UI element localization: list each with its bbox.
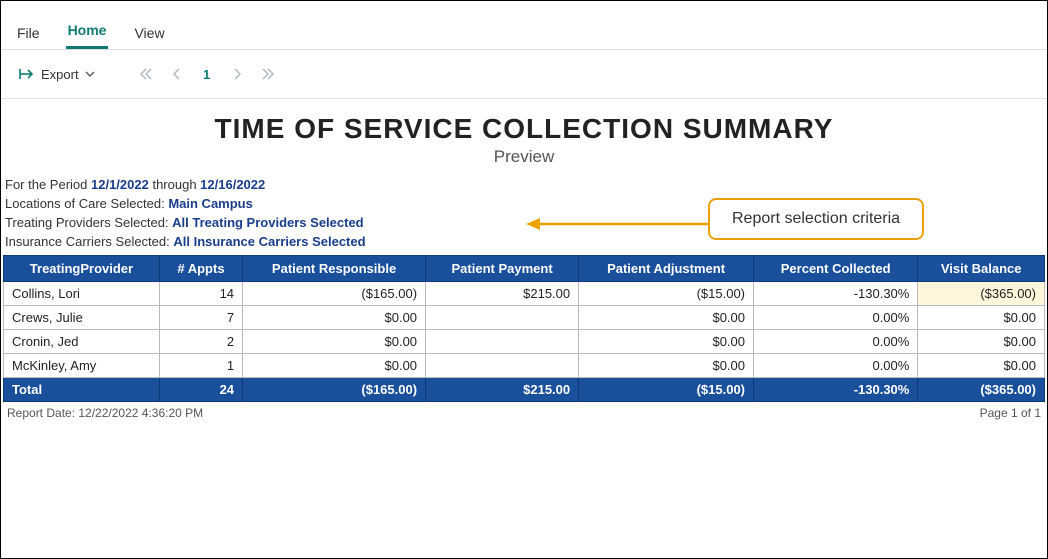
table-total-cell: ($15.00): [579, 378, 754, 402]
col-adjustment: Patient Adjustment: [579, 256, 754, 282]
col-responsible: Patient Responsible: [243, 256, 426, 282]
annotation-callout: Report selection criteria: [708, 198, 924, 240]
table-cell: ($15.00): [579, 282, 754, 306]
menu-view[interactable]: View: [132, 19, 166, 49]
table-cell: Collins, Lori: [4, 282, 160, 306]
table-cell: 2: [159, 330, 242, 354]
criteria-period: For the Period 12/1/2022 through 12/16/2…: [5, 177, 1043, 192]
table-cell: $0.00: [918, 354, 1045, 378]
table-total-cell: -130.30%: [754, 378, 918, 402]
table-cell: $0.00: [918, 306, 1045, 330]
table-cell: McKinley, Amy: [4, 354, 160, 378]
col-appts: # Appts: [159, 256, 242, 282]
report: TIME OF SERVICE COLLECTION SUMMARY Previ…: [1, 99, 1047, 424]
chevron-down-icon: [85, 69, 95, 79]
col-provider: TreatingProvider: [4, 256, 160, 282]
table-cell: [426, 330, 579, 354]
table-cell: ($165.00): [243, 282, 426, 306]
prev-page-button[interactable]: [171, 68, 181, 80]
table-row: Collins, Lori14($165.00)$215.00($15.00)-…: [4, 282, 1045, 306]
table-cell: ($365.00): [918, 282, 1045, 306]
table-total-row: Total24($165.00)$215.00($15.00)-130.30%(…: [4, 378, 1045, 402]
table-cell: Cronin, Jed: [4, 330, 160, 354]
col-balance: Visit Balance: [918, 256, 1045, 282]
report-table: TreatingProvider # Appts Patient Respons…: [3, 255, 1045, 402]
table-cell: $215.00: [426, 282, 579, 306]
table-cell: -130.30%: [754, 282, 918, 306]
current-page: 1: [199, 67, 215, 82]
table-row: McKinley, Amy1$0.00$0.000.00%$0.00: [4, 354, 1045, 378]
export-button[interactable]: Export: [11, 63, 103, 86]
table-cell: 0.00%: [754, 306, 918, 330]
table-cell: 14: [159, 282, 242, 306]
report-footer: Report Date: 12/22/2022 4:36:20 PM Page …: [1, 402, 1047, 424]
report-subtitle: Preview: [1, 147, 1047, 167]
table-cell: $0.00: [579, 354, 754, 378]
table-total-cell: Total: [4, 378, 160, 402]
table-cell: $0.00: [579, 306, 754, 330]
table-cell: $0.00: [243, 354, 426, 378]
table-total-cell: ($365.00): [918, 378, 1045, 402]
table-total-cell: ($165.00): [243, 378, 426, 402]
table-cell: $0.00: [918, 330, 1045, 354]
export-icon: [19, 67, 35, 81]
menu-file[interactable]: File: [15, 19, 42, 49]
col-payment: Patient Payment: [426, 256, 579, 282]
report-title: TIME OF SERVICE COLLECTION SUMMARY: [1, 113, 1047, 145]
table-cell: 0.00%: [754, 354, 918, 378]
table-cell: Crews, Julie: [4, 306, 160, 330]
table-cell: $0.00: [243, 306, 426, 330]
table-total-cell: $215.00: [426, 378, 579, 402]
table-cell: $0.00: [243, 330, 426, 354]
export-label: Export: [41, 67, 79, 82]
table-cell: $0.00: [579, 330, 754, 354]
first-page-button[interactable]: [139, 68, 153, 80]
col-percent: Percent Collected: [754, 256, 918, 282]
last-page-button[interactable]: [261, 68, 275, 80]
table-cell: [426, 306, 579, 330]
table-cell: 7: [159, 306, 242, 330]
report-date: Report Date: 12/22/2022 4:36:20 PM: [7, 406, 203, 420]
page-indicator: Page 1 of 1: [980, 406, 1041, 420]
menu-bar: File Home View: [1, 1, 1047, 50]
menu-home[interactable]: Home: [66, 16, 109, 49]
table-cell: 0.00%: [754, 330, 918, 354]
table-cell: [426, 354, 579, 378]
table-total-cell: 24: [159, 378, 242, 402]
table-cell: 1: [159, 354, 242, 378]
next-page-button[interactable]: [233, 68, 243, 80]
table-row: Cronin, Jed2$0.00$0.000.00%$0.00: [4, 330, 1045, 354]
toolbar: Export 1: [1, 50, 1047, 99]
page-navigation: 1: [139, 67, 275, 82]
table-row: Crews, Julie7$0.00$0.000.00%$0.00: [4, 306, 1045, 330]
